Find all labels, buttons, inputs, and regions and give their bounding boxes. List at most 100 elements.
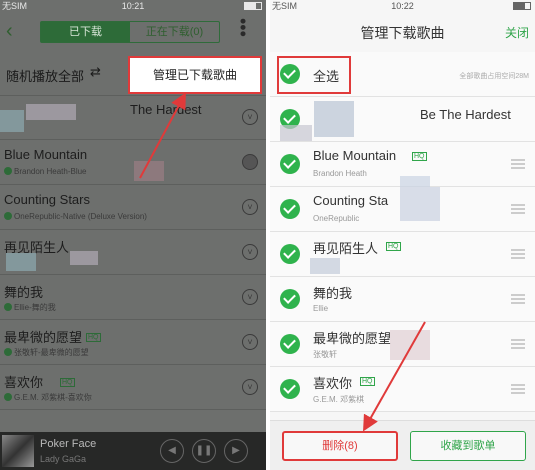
song-subtitle: Ellie-舞的我	[4, 302, 56, 313]
list-item[interactable]: The Hardest ˅	[0, 96, 266, 140]
song-title: 舞的我	[313, 286, 353, 301]
song-title: Be The Hardest	[420, 107, 511, 122]
hq-badge: HQ	[60, 378, 75, 387]
check-icon[interactable]	[280, 199, 300, 219]
song-title: The Hardest	[130, 102, 202, 117]
top-bar: ‹ 已下载 正在下载(0) •••	[0, 12, 266, 52]
delete-button[interactable]: 删除(8)	[282, 431, 398, 461]
song-title: 喜欢你	[4, 375, 44, 390]
chevron-down-icon[interactable]: ˅	[242, 379, 258, 395]
close-button[interactable]: 关闭	[505, 24, 529, 41]
list-item[interactable]: Counting Stars OneRepublic-Native (Delux…	[0, 186, 266, 230]
drag-handle-icon[interactable]	[511, 384, 525, 394]
check-icon[interactable]	[280, 334, 300, 354]
now-playing-artist: Lady GaGa	[40, 454, 87, 464]
check-icon[interactable]	[280, 244, 300, 264]
chevron-down-icon[interactable]	[242, 154, 258, 170]
downloaded-check-icon	[4, 393, 12, 401]
page-title: 管理下载歌曲	[360, 25, 445, 41]
list-item[interactable]: 喜欢你 HQ G.E.M. 邓紫棋-喜欢你 ˅	[0, 366, 266, 410]
clock: 10:21	[121, 1, 145, 11]
song-title: 喜欢你	[313, 376, 353, 391]
list-item[interactable]: Counting Sta OneRepublic	[270, 187, 535, 232]
list-item[interactable]: Blue Mountain Brandon Heath-Blue	[0, 141, 266, 185]
tab-downloading[interactable]: 正在下载(0)	[130, 22, 219, 42]
song-subtitle: Ellie	[313, 304, 329, 313]
blur-mask	[280, 125, 312, 141]
battery-icon	[513, 2, 531, 10]
previous-icon[interactable]: ◀	[160, 439, 184, 463]
download-tabs: 已下载 正在下载(0)	[40, 21, 220, 43]
chevron-down-icon[interactable]: ˅	[242, 244, 258, 260]
song-title: Blue Mountain	[313, 148, 397, 163]
tab-downloaded[interactable]: 已下载	[41, 22, 130, 42]
more-menu-icon[interactable]: •••	[233, 18, 253, 37]
song-subtitle: G.E.M. 邓紫棋	[313, 395, 365, 404]
check-icon[interactable]	[280, 289, 300, 309]
list-item[interactable]: 喜欢你 HQ G.E.M. 邓紫棋	[270, 367, 535, 412]
hq-badge: HQ	[86, 333, 101, 342]
drag-handle-icon[interactable]	[511, 339, 525, 349]
add-to-playlist-button[interactable]: 收藏到歌单	[410, 431, 526, 461]
pause-icon[interactable]: ❚❚	[192, 439, 216, 463]
blur-mask	[400, 187, 440, 221]
blur-mask	[134, 161, 164, 181]
song-title: 再见陌生人	[313, 241, 379, 256]
downloaded-check-icon	[4, 348, 12, 356]
check-icon[interactable]	[280, 379, 300, 399]
drag-handle-icon[interactable]	[511, 159, 525, 169]
blur-mask	[6, 253, 36, 271]
downloaded-check-icon	[4, 167, 12, 175]
chevron-down-icon[interactable]: ˅	[242, 109, 258, 125]
chevron-down-icon[interactable]: ˅	[242, 289, 258, 305]
clock: 10:22	[391, 1, 414, 11]
list-item[interactable]: 舞的我 Ellie	[270, 277, 535, 322]
list-item[interactable]: 舞的我 Ellie-舞的我 ˅	[0, 276, 266, 320]
chevron-down-icon[interactable]: ˅	[242, 334, 258, 350]
blur-mask	[390, 330, 430, 360]
storage-info: 全部歌曲占用空间28M	[459, 73, 529, 80]
song-subtitle: Brandon Heath	[313, 169, 367, 178]
list-item[interactable]: Blue Mountain HQ Brandon Heath	[270, 142, 535, 187]
song-title: Counting Sta	[313, 193, 389, 208]
hq-badge: HQ	[360, 377, 375, 386]
battery-icon	[244, 2, 262, 10]
album-cover	[2, 435, 34, 467]
list-item[interactable]: 最卑微的愿望 张敬轩	[270, 322, 535, 367]
blur-mask	[26, 104, 76, 120]
song-subtitle: OneRepublic-Native (Deluxe Version)	[4, 212, 147, 221]
list-item[interactable]: 再见陌生人 ˅	[0, 231, 266, 275]
left-screen: 无SIM 10:21 ‹ 已下载 正在下载(0) ••• 随机播放全部 ⇄ Th…	[0, 0, 266, 470]
check-icon[interactable]	[280, 154, 300, 174]
song-title: Counting Stars	[4, 192, 90, 207]
list-item[interactable]: Be The Hardest	[270, 97, 535, 142]
highlight-box	[277, 56, 351, 94]
downloaded-check-icon	[4, 303, 12, 311]
status-bar: 无SIM 10:21	[0, 0, 266, 12]
hq-badge: HQ	[412, 152, 427, 161]
manage-downloads-menu-item[interactable]: 管理已下载歌曲	[128, 56, 262, 94]
hq-badge: HQ	[386, 242, 401, 251]
mini-player[interactable]: Poker Face Lady GaGa ◀ ❚❚ ▶	[0, 432, 266, 470]
song-subtitle: 张敬轩-最卑微的愿望	[4, 347, 89, 358]
blur-mask	[70, 251, 98, 265]
action-bar: 删除(8) 收藏到歌单	[270, 420, 535, 470]
shuffle-icon: ⇄	[90, 64, 101, 79]
song-title: 最卑微的愿望	[4, 330, 83, 345]
drag-handle-icon[interactable]	[511, 294, 525, 304]
song-subtitle: G.E.M. 邓紫棋-喜欢你	[4, 392, 92, 403]
song-title: 舞的我	[4, 285, 44, 300]
drag-handle-icon[interactable]	[511, 204, 525, 214]
next-icon[interactable]: ▶	[224, 439, 248, 463]
list-item[interactable]: 最卑微的愿望 HQ 张敬轩-最卑微的愿望 ˅	[0, 321, 266, 365]
blur-mask	[400, 176, 430, 187]
status-bar: 无SIM 10:22	[270, 0, 535, 12]
drag-handle-icon[interactable]	[511, 249, 525, 259]
top-bar: 管理下载歌曲 关闭	[270, 12, 535, 52]
chevron-down-icon[interactable]: ˅	[242, 199, 258, 215]
list-item[interactable]: 再见陌生人 HQ	[270, 232, 535, 277]
song-title: 最卑微的愿望	[313, 331, 392, 346]
downloaded-check-icon	[4, 212, 12, 220]
song-title: Blue Mountain	[4, 147, 88, 162]
back-icon[interactable]: ‹	[6, 20, 13, 43]
